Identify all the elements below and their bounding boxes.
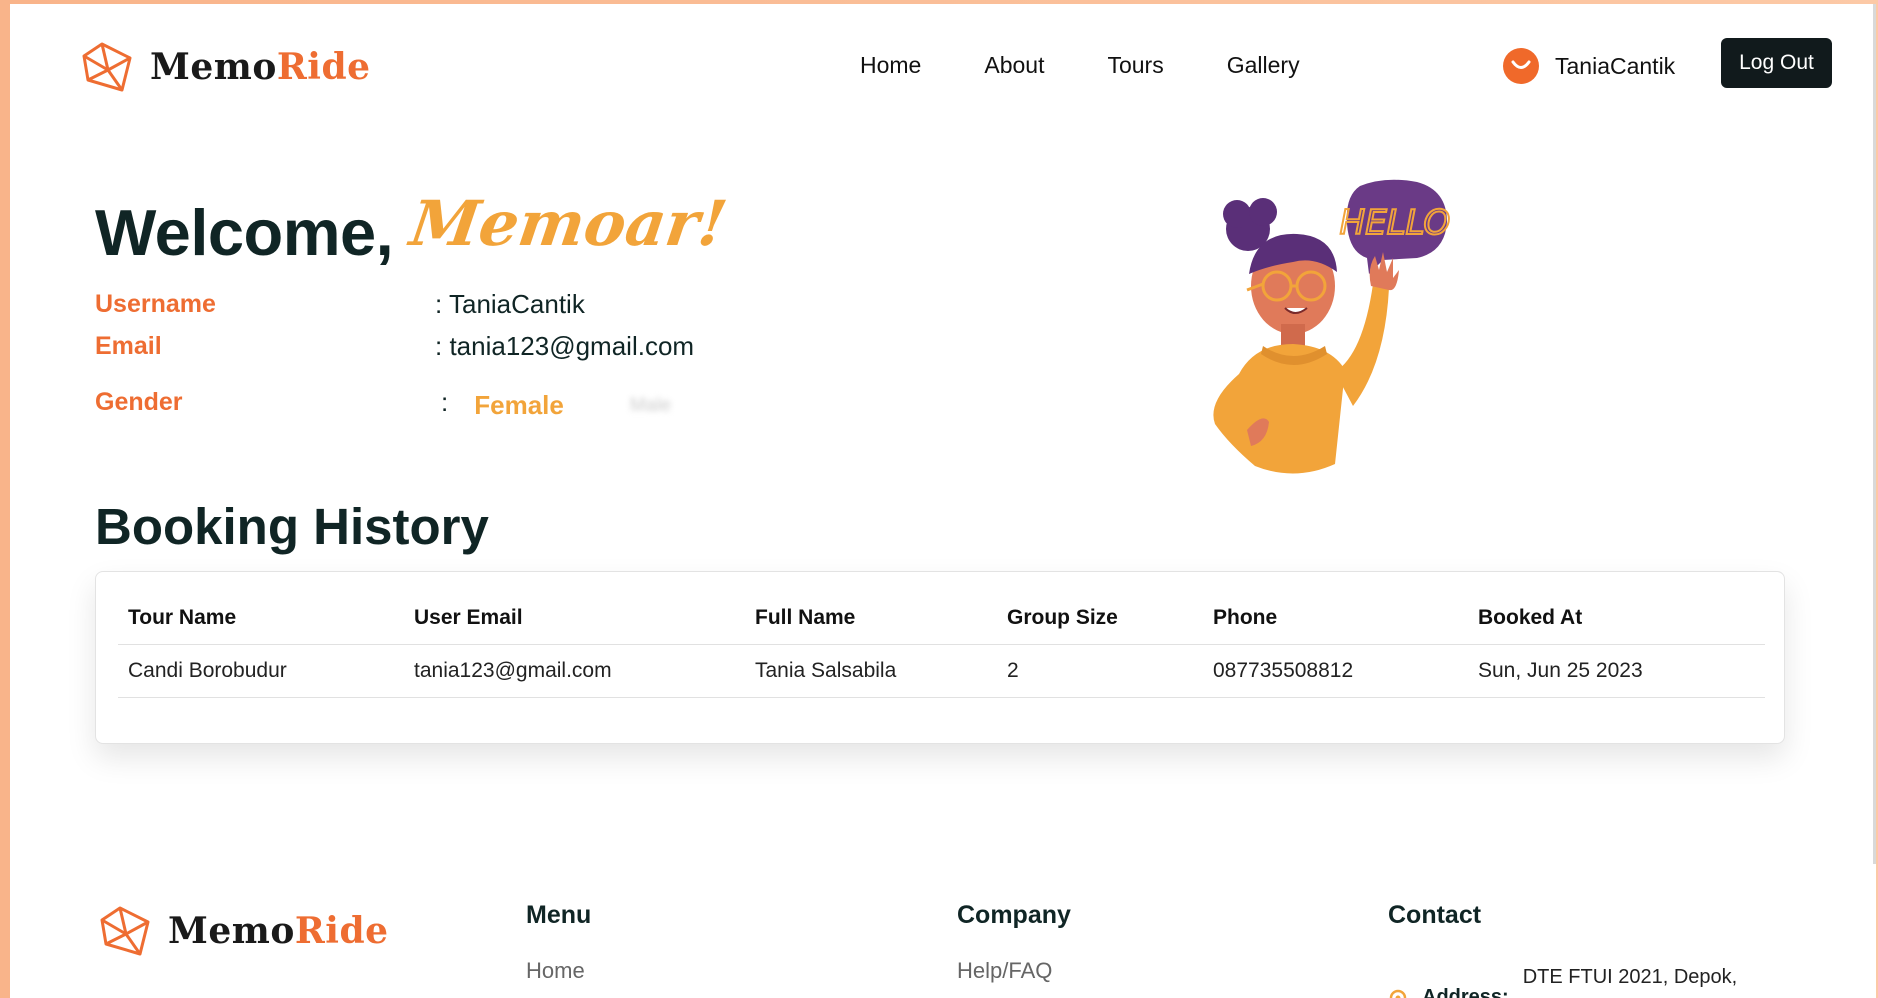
footer-contact-title: Contact: [1388, 901, 1482, 929]
col-full-name: Full Name: [745, 592, 997, 645]
logout-button[interactable]: Log Out: [1721, 38, 1832, 88]
cell-group-size: 2: [997, 644, 1203, 698]
cell-booked-at: Sun, Jun 25 2023: [1468, 644, 1765, 698]
scrollbar[interactable]: [1873, 4, 1876, 864]
table-header-row: Tour Name User Email Full Name Group Siz…: [118, 592, 1765, 645]
footer-link-home[interactable]: Home: [526, 958, 591, 984]
footer-brand[interactable]: MemoRide: [98, 904, 389, 958]
gender-option-male[interactable]: Male: [630, 395, 671, 417]
col-phone: Phone: [1203, 592, 1468, 645]
email-value: : tania123@gmail.com: [435, 331, 695, 361]
username-value: : TaniaCantik: [435, 289, 585, 319]
profile-gender-row: Gender : Female Male: [95, 384, 671, 421]
gender-options: : Female Male: [441, 384, 671, 421]
profile-username-row: Username : TaniaCantik: [95, 289, 585, 320]
col-user-email: User Email: [404, 592, 745, 645]
cube-logo-icon: [100, 906, 150, 956]
email-label: Email: [95, 332, 162, 360]
footer-company-title: Company: [957, 901, 1071, 929]
address-value: DTE FTUI 2021, Depok,: [1522, 966, 1738, 988]
nav-link-about[interactable]: About: [984, 52, 1044, 79]
col-booked-at: Booked At: [1468, 592, 1765, 645]
footer-address: Address: DTE FTUI 2021, Depok,: [1388, 966, 1737, 998]
gender-colon: :: [441, 387, 449, 417]
location-pin-icon: [1389, 989, 1407, 998]
address-label: Address:: [1422, 986, 1509, 998]
cell-user-email: tania123@gmail.com: [404, 644, 745, 698]
gender-label: Gender: [95, 388, 183, 416]
booking-table: Tour Name User Email Full Name Group Siz…: [118, 592, 1765, 698]
col-group-size: Group Size: [997, 592, 1203, 645]
welcome-greeting: Welcome,: [95, 196, 394, 269]
footer-company-column: Company Help/FAQ: [957, 901, 1071, 984]
footer-contact-column: Contact: [1388, 901, 1481, 930]
app-window: MemoRide Home About Tours Gallery TaniaC…: [10, 4, 1876, 998]
hello-girl-illustration: HELLO: [1213, 179, 1451, 474]
cell-phone: 087735508812: [1203, 644, 1468, 698]
cell-full-name: Tania Salsabila: [745, 644, 997, 698]
cell-tour-name: Candi Borobudur: [118, 644, 404, 698]
booking-history-title: Booking History: [95, 498, 489, 555]
welcome-name: Memoar!: [406, 187, 732, 260]
welcome-heading: Welcome, Memoar!: [95, 187, 731, 270]
username-display: TaniaCantik: [1555, 52, 1676, 79]
avatar: [1503, 48, 1539, 84]
gender-option-female[interactable]: Female: [474, 390, 564, 421]
footer-menu-column: Menu Home: [526, 901, 591, 984]
user-profile-link[interactable]: TaniaCantik: [1503, 48, 1675, 84]
footer-menu-title: Menu: [526, 901, 592, 929]
username-label: Username: [95, 290, 216, 318]
speech-bubble-text: HELLO: [1340, 203, 1451, 243]
smile-icon: [1511, 60, 1531, 69]
brand-name: MemoRide: [150, 46, 371, 88]
footer-link-help[interactable]: Help/FAQ: [957, 958, 1071, 984]
nav-link-gallery[interactable]: Gallery: [1227, 52, 1300, 79]
main-nav: Home About Tours Gallery: [860, 52, 1300, 79]
footer-brand-name: MemoRide: [168, 910, 389, 952]
nav-brand[interactable]: MemoRide: [80, 40, 371, 94]
cube-logo-icon: [82, 42, 132, 92]
booking-history-card: Tour Name User Email Full Name Group Siz…: [95, 571, 1785, 744]
table-row: Candi Borobudur tania123@gmail.com Tania…: [118, 644, 1765, 698]
nav-link-tours[interactable]: Tours: [1107, 52, 1163, 79]
nav-link-home[interactable]: Home: [860, 52, 921, 79]
col-tour-name: Tour Name: [118, 592, 404, 645]
profile-email-row: Email : tania123@gmail.com: [95, 331, 694, 362]
